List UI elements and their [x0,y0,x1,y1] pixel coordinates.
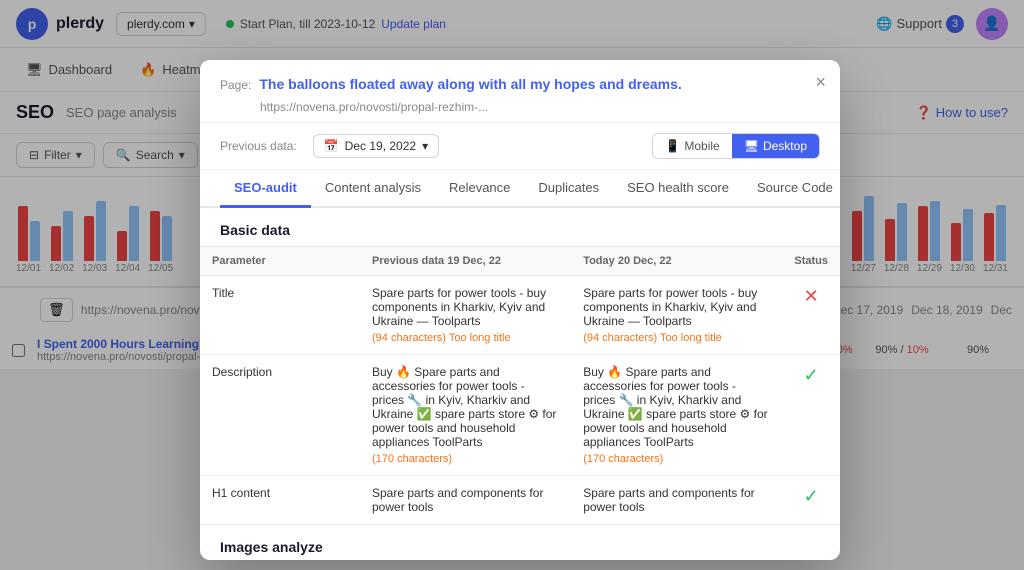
status-h1: ✓ [782,476,840,525]
date-value: Dec 19, 2022 [345,139,416,153]
today-title-note: (94 characters) Too long title [583,332,770,344]
chevron-down-icon: ▾ [422,139,428,153]
mobile-button[interactable]: 📱 Mobile [653,134,731,158]
prev-title-text: Spare parts for power tools - buy compon… [372,286,559,328]
close-button[interactable]: × [815,72,826,93]
calendar-icon: 📅 [324,139,339,153]
modal-header: Page: The balloons floated away along wi… [200,60,840,123]
status-green-icon: ✓ [804,365,819,385]
param-description: Description [200,355,360,476]
today-desc-note: (170 characters) [583,453,770,465]
today-h1-value: Spare parts and components for power too… [571,476,782,525]
col-header-parameter: Parameter [200,247,360,276]
status-red-icon: ✕ [804,286,819,306]
table-row: Description Buy 🔥 Spare parts and access… [200,355,840,476]
col-header-today: Today 20 Dec, 22 [571,247,782,276]
today-title-value: Spare parts for power tools - buy compon… [571,276,782,355]
today-h1-text: Spare parts and components for power too… [583,486,770,514]
tab-seo-audit[interactable]: SEO-audit [220,170,311,208]
prev-data-label: Previous data: [220,139,297,153]
page-label: Page: [220,78,251,92]
today-desc-value: Buy 🔥 Spare parts and accessories for po… [571,355,782,476]
tab-content-analysis[interactable]: Content analysis [311,170,435,208]
modal-body: Basic data Parameter Previous data 19 De… [200,208,840,560]
table-row: H1 content Spare parts and components fo… [200,476,840,525]
device-toggle: 📱 Mobile 🖥 Desktop [652,133,820,159]
tab-source-code[interactable]: Source Code [743,170,840,208]
images-analyze-title: Images analyze [200,525,840,560]
prev-h1-value: Spare parts and components for power too… [360,476,571,525]
mobile-label: Mobile [684,139,719,153]
modal-title: The balloons floated away along with all… [259,76,681,92]
modal-tabs: SEO-audit Content analysis Relevance Dup… [200,170,840,208]
modal-meta: Previous data: 📅 Dec 19, 2022 ▾ 📱 Mobile… [200,123,840,170]
modal-url: https://novena.pro/novosti/propal-rezhim… [260,100,820,114]
param-title: Title [200,276,360,355]
prev-desc-note: (170 characters) [372,453,559,465]
basic-data-title: Basic data [200,208,840,246]
prev-h1-text: Spare parts and components for power too… [372,486,559,514]
status-description: ✓ [782,355,840,476]
desktop-icon: 🖥 [744,139,759,153]
tab-duplicates[interactable]: Duplicates [524,170,613,208]
col-header-prev: Previous data 19 Dec, 22 [360,247,571,276]
prev-title-note: (94 characters) Too long title [372,332,559,344]
today-title-text: Spare parts for power tools - buy compon… [583,286,770,328]
today-desc-text: Buy 🔥 Spare parts and accessories for po… [583,365,770,449]
tab-relevance[interactable]: Relevance [435,170,524,208]
mobile-icon: 📱 [665,139,680,153]
tab-seo-health-score[interactable]: SEO health score [613,170,743,208]
date-picker[interactable]: 📅 Dec 19, 2022 ▾ [313,134,439,158]
prev-title-value: Spare parts for power tools - buy compon… [360,276,571,355]
status-green-icon: ✓ [804,486,819,506]
status-title: ✕ [782,276,840,355]
desktop-button[interactable]: 🖥 Desktop [732,134,819,158]
prev-desc-text: Buy 🔥 Spare parts and accessories for po… [372,365,559,449]
seo-data-table: Parameter Previous data 19 Dec, 22 Today… [200,246,840,525]
col-header-status: Status [782,247,840,276]
table-row: Title Spare parts for power tools - buy … [200,276,840,355]
prev-desc-value: Buy 🔥 Spare parts and accessories for po… [360,355,571,476]
param-h1: H1 content [200,476,360,525]
desktop-label: Desktop [763,139,807,153]
seo-audit-modal: Page: The balloons floated away along wi… [200,60,840,560]
